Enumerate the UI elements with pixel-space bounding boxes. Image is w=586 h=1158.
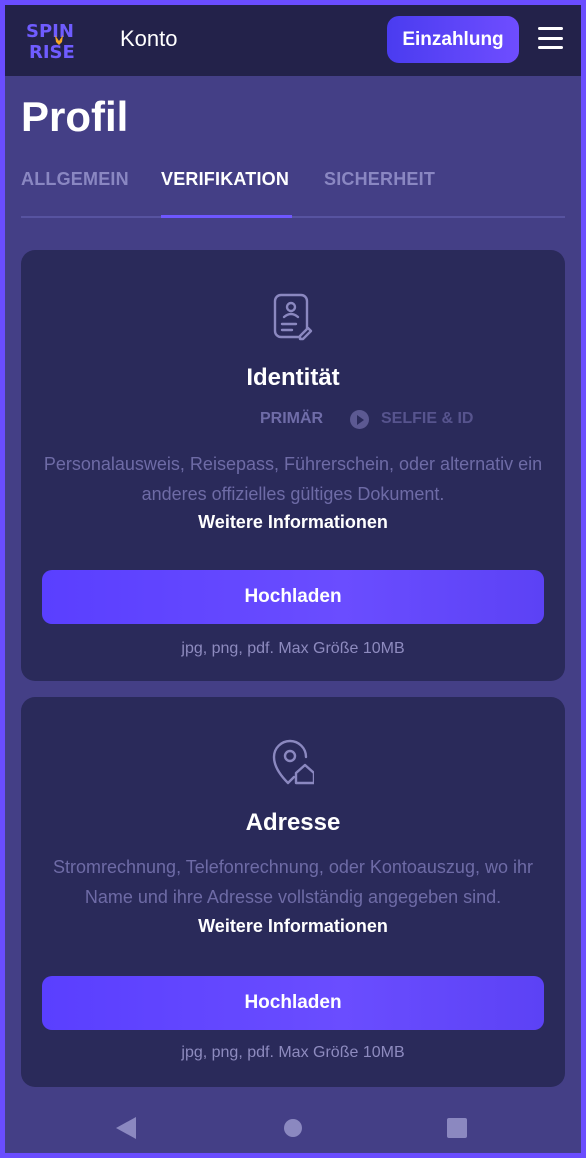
system-navigation-bar [5,1095,581,1153]
step-selfie-id: SELFIE & ID [381,410,474,427]
header-title: Konto [120,26,178,51]
file-hint: jpg, png, pdf. Max Größe 10MB [181,1044,405,1061]
profile-tabs: ALLGEMEIN VERIFIKATION SICHERHEIT [21,169,565,218]
tab-allgemein[interactable]: ALLGEMEIN [21,169,129,190]
identity-card: Identität PRIMÄR SELFIE & ID Personalaus… [21,250,565,681]
more-info-link[interactable]: Weitere Informationen [21,916,565,937]
tab-verifikation[interactable]: VERIFIKATION [161,169,289,190]
card-description: Personalausweis, Reisepass, Führerschein… [43,454,543,504]
app-frame: SPIN RISE Konto Einzahlung Profil ALLGEM… [5,5,581,1153]
card-description: Stromrechnung, Telefonrechnung, oder Kon… [53,857,533,907]
upload-button[interactable]: Hochladen [42,570,544,624]
active-tab-indicator [161,215,292,218]
top-header: SPIN RISE Konto Einzahlung [5,5,581,76]
page-title: Profil [21,93,129,140]
file-hint: jpg, png, pdf. Max Größe 10MB [181,640,405,657]
step-primary: PRIMÄR [260,410,324,427]
id-document-icon [273,293,313,341]
deposit-button[interactable]: Einzahlung [387,16,519,63]
chevron-right-icon [350,410,369,429]
spinrise-logo[interactable]: SPIN RISE [25,19,93,61]
upload-button[interactable]: Hochladen [42,976,544,1030]
logo-text-top: SPIN [26,21,74,42]
location-home-icon [272,739,314,785]
hamburger-menu-icon[interactable] [538,27,563,49]
more-info-link[interactable]: Weitere Informationen [21,512,565,533]
back-icon[interactable] [116,1117,136,1139]
card-title: Adresse [245,809,341,836]
tab-sicherheit[interactable]: SICHERHEIT [324,169,435,190]
recent-apps-icon[interactable] [447,1118,467,1138]
home-icon[interactable] [284,1119,302,1137]
address-card: Adresse Stromrechnung, Telefonrechnung, … [21,697,565,1087]
verification-steps: PRIMÄR SELFIE & ID [21,408,565,432]
logo-text-bottom: RISE [29,42,75,61]
card-title: Identität [246,364,340,391]
